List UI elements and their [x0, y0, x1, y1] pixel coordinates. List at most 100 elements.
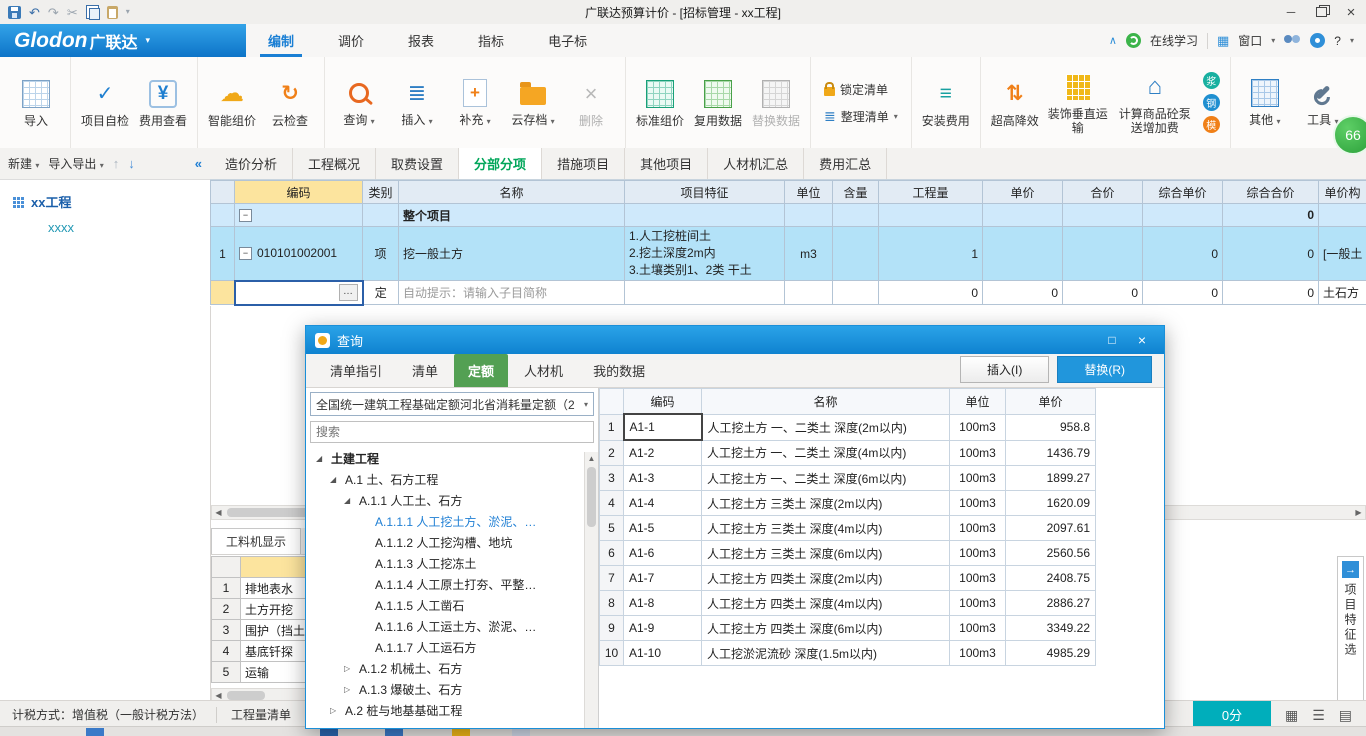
- item-row-1[interactable]: 1 −010101002001 项 挖一般土方 1.人工挖桩间土 2.挖土深度2…: [211, 227, 1366, 281]
- tree-item[interactable]: A.1.1.4 人工原土打夯、平整…: [310, 574, 594, 595]
- query-button[interactable]: 查询 ▾: [330, 77, 388, 129]
- minimize-icon[interactable]: ─: [1276, 1, 1306, 24]
- cloud-archive-button[interactable]: 云存档 ▾: [504, 77, 562, 129]
- ribbon-tab-reports[interactable]: 报表: [386, 24, 456, 57]
- collapse-minus-icon[interactable]: −: [239, 209, 252, 222]
- quota-name-hint[interactable]: 自动提示：请输入子目简称: [399, 281, 625, 305]
- col-header-unit-price[interactable]: 单价: [983, 181, 1063, 204]
- taskbar-icon-sliver[interactable]: [385, 728, 403, 736]
- qcol-price[interactable]: 单价: [1006, 389, 1096, 415]
- col-header-content[interactable]: 含量: [833, 181, 879, 204]
- tree-item[interactable]: A.1.3 爆破土、石方: [310, 679, 594, 700]
- corner-header[interactable]: [211, 181, 235, 204]
- item-name[interactable]: 挖一般土方: [399, 227, 625, 281]
- assistant-score-badge[interactable]: 66: [1333, 115, 1366, 155]
- cut-icon[interactable]: ✂: [67, 6, 78, 19]
- qat-caret-down-icon[interactable]: ▾: [126, 8, 130, 16]
- col-header-total[interactable]: 合价: [1063, 181, 1143, 204]
- tab-fee-summary[interactable]: 费用汇总: [804, 148, 887, 179]
- panel-list-icon[interactable]: ☰: [1312, 708, 1325, 722]
- quota-table-row[interactable]: 3A1-3 人工挖土方 一、二类土 深度(6m以内)100m3 1899.27: [600, 466, 1096, 491]
- paste-icon[interactable]: [107, 6, 118, 19]
- quota-price-file[interactable]: 土石方: [1319, 281, 1366, 305]
- view-mode-icon[interactable]: ▤: [1339, 708, 1352, 722]
- ribbon-tab-ebid[interactable]: 电子标: [526, 24, 609, 57]
- collapse-sidebar-icon[interactable]: «: [195, 156, 202, 171]
- project-tree-child[interactable]: xxxx: [0, 211, 210, 235]
- taskbar-icon-sliver[interactable]: [452, 728, 470, 736]
- col-header-unit[interactable]: 单位: [785, 181, 833, 204]
- quota-comp-unit-price[interactable]: 0: [1143, 281, 1223, 305]
- col-header-quantity[interactable]: 工程量: [879, 181, 983, 204]
- quota-table-row[interactable]: 10A1-10 人工挖淤泥流砂 深度(1.5m以内)100m3 4985.29: [600, 641, 1096, 666]
- item-code-cell[interactable]: −010101002001: [235, 227, 363, 281]
- search-input[interactable]: [310, 421, 594, 443]
- cost-view-button[interactable]: ¥ 费用查看: [134, 78, 192, 128]
- tab-labor-material-display[interactable]: 工料机显示: [211, 528, 301, 554]
- undo-icon[interactable]: ↶: [29, 6, 40, 19]
- quota-comp-total[interactable]: 0: [1223, 281, 1319, 305]
- tab-labor-material[interactable]: 人材机: [510, 354, 577, 387]
- item-quantity[interactable]: 1: [879, 227, 983, 281]
- quota-table-row[interactable]: 6A1-6 人工挖土方 三类土 深度(6m以内)100m3 2560.56: [600, 541, 1096, 566]
- quota-table-row[interactable]: 9A1-9 人工挖土方 四类土 深度(6m以内)100m3 3349.22: [600, 616, 1096, 641]
- layout-grid-icon[interactable]: ▦: [1285, 708, 1298, 722]
- taskbar-icon-sliver[interactable]: [86, 728, 104, 736]
- taskbar-icon-sliver[interactable]: [512, 728, 530, 736]
- tab-measure-items[interactable]: 措施项目: [542, 148, 625, 179]
- col-header-comp-total[interactable]: 综合合价: [1223, 181, 1319, 204]
- customer-service-icon[interactable]: [1310, 33, 1325, 48]
- quota-row[interactable]: … 定 自动提示：请输入子目简称 0 0 0 0 0 土石方: [211, 281, 1366, 305]
- tab-quota[interactable]: 定额: [454, 354, 508, 387]
- tree-item[interactable]: A.3 砌筑工程: [310, 721, 594, 724]
- tab-project-overview[interactable]: 工程概况: [293, 148, 376, 179]
- import-button[interactable]: 导入: [7, 78, 65, 128]
- quota-category[interactable]: 定: [363, 281, 399, 305]
- group-row-whole-project[interactable]: − 整个项目 0: [211, 204, 1366, 227]
- quota-table-row[interactable]: 8A1-8 人工挖土方 四类土 深度(4m以内)100m3 2886.27: [600, 591, 1096, 616]
- scroll-left-icon[interactable]: ◀: [212, 506, 225, 519]
- lock-list-button[interactable]: 锁定清单: [824, 81, 898, 98]
- collaborate-users-icon[interactable]: [1284, 34, 1301, 47]
- group-comp-total[interactable]: 0: [1223, 204, 1319, 227]
- tree-item[interactable]: A.1.1.6 人工运土方、淤泥、…: [310, 616, 594, 637]
- ribbon-tab-indicators[interactable]: 指标: [456, 24, 526, 57]
- other-button[interactable]: 其他 ▾: [1236, 77, 1294, 129]
- tree-item[interactable]: A.1.1.5 人工凿石: [310, 595, 594, 616]
- item-features[interactable]: 1.人工挖桩间土 2.挖土深度2m内 3.土壤类别1、2类 干土: [625, 227, 785, 281]
- qcol-code[interactable]: 编码: [624, 389, 702, 415]
- qcol-unit[interactable]: 单位: [950, 389, 1006, 415]
- decor-transport-button[interactable]: 装饰垂直运输: [1044, 71, 1112, 135]
- tree-item[interactable]: A.1.1.7 人工运石方: [310, 637, 594, 658]
- tree-item[interactable]: 土建工程: [310, 448, 594, 469]
- tab-other-items[interactable]: 其他项目: [625, 148, 708, 179]
- collapse-ribbon-icon[interactable]: ∧: [1109, 34, 1117, 47]
- quota-unit-price[interactable]: 0: [983, 281, 1063, 305]
- scroll-right-icon[interactable]: ▶: [1352, 506, 1365, 519]
- feature-panel-collapsed-tab[interactable]: → 项目特征选: [1337, 556, 1364, 712]
- standard-pricing-button[interactable]: 标准组价: [631, 78, 689, 128]
- tree-item[interactable]: A.1.1.3 人工挖冻土: [310, 553, 594, 574]
- tree-item[interactable]: A.1.1.2 人工挖沟槽、地坑: [310, 532, 594, 553]
- steel-badge-icon[interactable]: 钢: [1203, 94, 1220, 111]
- quota-row-marker[interactable]: [211, 281, 235, 305]
- col-header-name[interactable]: 名称: [399, 181, 625, 204]
- mortar-badge-icon[interactable]: 浆: [1203, 72, 1220, 89]
- replace-data-button[interactable]: 替换数据: [747, 78, 805, 128]
- window-caret-down-icon[interactable]: ▾: [1271, 36, 1275, 45]
- col-header-features[interactable]: 项目特征: [625, 181, 785, 204]
- tree-vertical-scrollbar[interactable]: ▲: [584, 452, 598, 728]
- row-number[interactable]: 1: [211, 227, 235, 281]
- expand-panel-arrow-icon[interactable]: →: [1342, 561, 1359, 578]
- quota-table-row[interactable]: 7A1-7 人工挖土方 四类土 深度(2m以内)100m3 2408.75: [600, 566, 1096, 591]
- quota-table-row[interactable]: 1 A1-1 人工挖土方 一、二类土 深度(2m以内) 100m3 958.8: [600, 414, 1096, 440]
- save-icon[interactable]: [8, 6, 21, 19]
- quota-table-row[interactable]: 5A1-5 人工挖土方 三类土 深度(4m以内)100m3 2097.61: [600, 516, 1096, 541]
- restore-icon[interactable]: [1306, 1, 1336, 24]
- help-icon[interactable]: ?: [1334, 34, 1341, 48]
- tab-fee-settings[interactable]: 取费设置: [376, 148, 459, 179]
- delete-button[interactable]: × 删除: [562, 78, 620, 128]
- item-price-file[interactable]: [一般土: [1319, 227, 1366, 281]
- tree-item-selected[interactable]: A.1.1.1 人工挖土方、淤泥、…: [310, 511, 594, 532]
- cloud-check-button[interactable]: ↻ 云检查: [261, 78, 319, 128]
